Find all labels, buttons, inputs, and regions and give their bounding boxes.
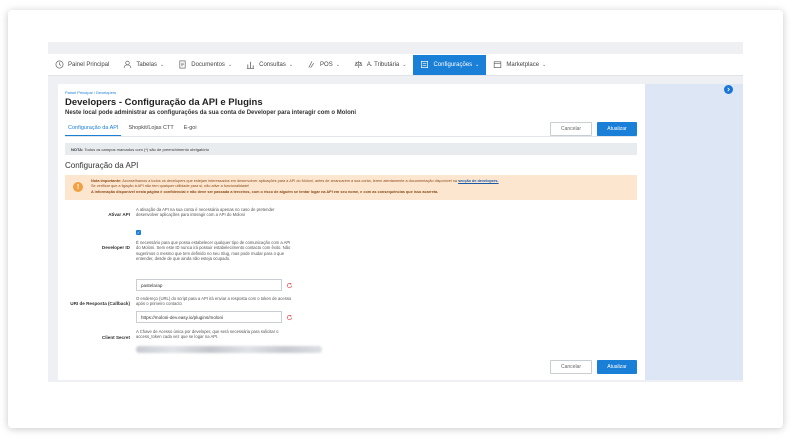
required-refresh-icon[interactable] [285, 281, 293, 289]
page-title: Developers - Configuração da API e Plugi… [65, 97, 263, 108]
nav-item-configuracoes[interactable]: Configurações ⌄ [413, 54, 487, 75]
pos-icon [307, 60, 316, 69]
client-secret-label: Client Secret [101, 335, 130, 340]
tab-bar: Configuração da API Shopkit/Lojas CTT E-… [65, 122, 204, 136]
note-text: Todos os campos marcados com (*) são de … [84, 147, 209, 152]
nav-item-pos[interactable]: POS ⌄ [300, 54, 347, 76]
cancel-button-top[interactable]: Cancelar [550, 122, 592, 136]
document-icon [178, 60, 187, 69]
chevron-down-icon: ⌄ [402, 61, 407, 68]
nav-label: POS [320, 61, 333, 68]
chevron-down-icon: ⌄ [160, 61, 165, 68]
activate-api-checkbox[interactable]: ✓ [136, 230, 141, 235]
nav-label: Painel Principal [68, 61, 110, 68]
callback-input[interactable]: https://moloni-dev.easy.io/plugins/molon… [136, 311, 282, 323]
scale-icon [354, 60, 363, 69]
client-secret-help: A Chave de Acesso única por developer, q… [136, 329, 279, 340]
main-nav: Painel Principal Tabelas ⌄ Documentos ⌄ … [48, 54, 743, 76]
developer-id-input[interactable]: pastelarap [136, 279, 282, 291]
marketplace-icon [493, 60, 502, 69]
client-secret-value-blurred [136, 346, 322, 353]
nav-item-tributaria[interactable]: A. Tributária ⌄ [347, 54, 414, 76]
side-panel [645, 84, 743, 380]
nav-item-documentos[interactable]: Documentos ⌄ [171, 54, 239, 76]
callback-help: O endereço (URL) do script para a API ir… [136, 296, 292, 307]
warning-line1: Aconselhamos a todos os developers que e… [122, 179, 457, 183]
chevron-down-icon: ⌄ [335, 61, 340, 68]
tab-configuracao-api[interactable]: Configuração da API [65, 122, 122, 136]
nav-label: Marketplace [506, 61, 540, 68]
tab-shopkit[interactable]: Shopkit/Lojas CTT [125, 122, 176, 136]
chevron-down-icon: ⌄ [542, 61, 547, 68]
clock-icon [55, 60, 64, 69]
page-subtitle: Neste local pode administrar as configur… [65, 110, 357, 116]
chevron-down-icon: ⌄ [475, 61, 480, 68]
chevron-down-icon: ⌄ [288, 61, 294, 68]
exclamation-icon: ! [73, 182, 83, 192]
warning-label: Nota importante: [91, 179, 122, 183]
callback-label: URI de Resposta (Callback) [70, 301, 130, 306]
save-button-bottom[interactable]: Atualizar [597, 360, 637, 374]
tab-egoi[interactable]: E-goi [181, 122, 200, 136]
cancel-button-bottom[interactable]: Cancelar [550, 360, 592, 374]
warning-line3: A informação disponível nesta página é c… [91, 189, 439, 194]
chevron-down-icon: ⌄ [227, 61, 233, 68]
nav-label: A. Tributária [366, 61, 400, 68]
expand-panel-button[interactable] [724, 85, 733, 94]
nav-item-consultas[interactable]: Consultas ⌄ [239, 54, 300, 76]
warning-text: Nota importante: Aconselhamos a todos os… [91, 179, 499, 195]
nav-label: Documentos [191, 61, 225, 68]
nav-item-marketplace[interactable]: Marketplace ⌄ [486, 54, 553, 76]
activate-api-help: A ativação da API na sua conta é necessá… [136, 207, 275, 218]
chevron-right-icon [727, 87, 730, 92]
nav-item-painel[interactable]: Painel Principal [48, 54, 116, 76]
warning-box: ! Nota importante: Aconselhamos a todos … [65, 175, 637, 200]
save-button-top[interactable]: Atualizar [597, 122, 637, 136]
activate-api-label: Ativar API [108, 212, 130, 217]
developer-id-help: É necessário para que possa estabelecer … [136, 240, 291, 262]
settings-icon [420, 60, 429, 69]
required-note: NOTA: Todos os campos marcados com (*) s… [65, 143, 637, 155]
breadcrumb: Painel Principal / Developers [65, 90, 116, 95]
section-title: Configuração da API [65, 161, 139, 170]
tab-divider [65, 136, 637, 137]
nav-item-tabelas[interactable]: Tabelas ⌄ [116, 54, 171, 76]
nav-label: Consultas [259, 61, 286, 68]
note-label: NOTA: [71, 147, 84, 152]
developer-id-label: Developer ID [101, 245, 130, 250]
bar-chart-icon [246, 60, 255, 69]
nav-label: Configurações [433, 61, 473, 68]
breadcrumb-home[interactable]: Painel Principal [65, 90, 93, 95]
nav-label: Tabelas [136, 61, 158, 68]
users-icon [123, 60, 132, 69]
developers-link[interactable]: secção de developers. [458, 179, 499, 183]
breadcrumb-separator: / [93, 90, 95, 95]
breadcrumb-current[interactable]: Developers [96, 90, 116, 95]
required-refresh-icon[interactable] [285, 313, 293, 321]
